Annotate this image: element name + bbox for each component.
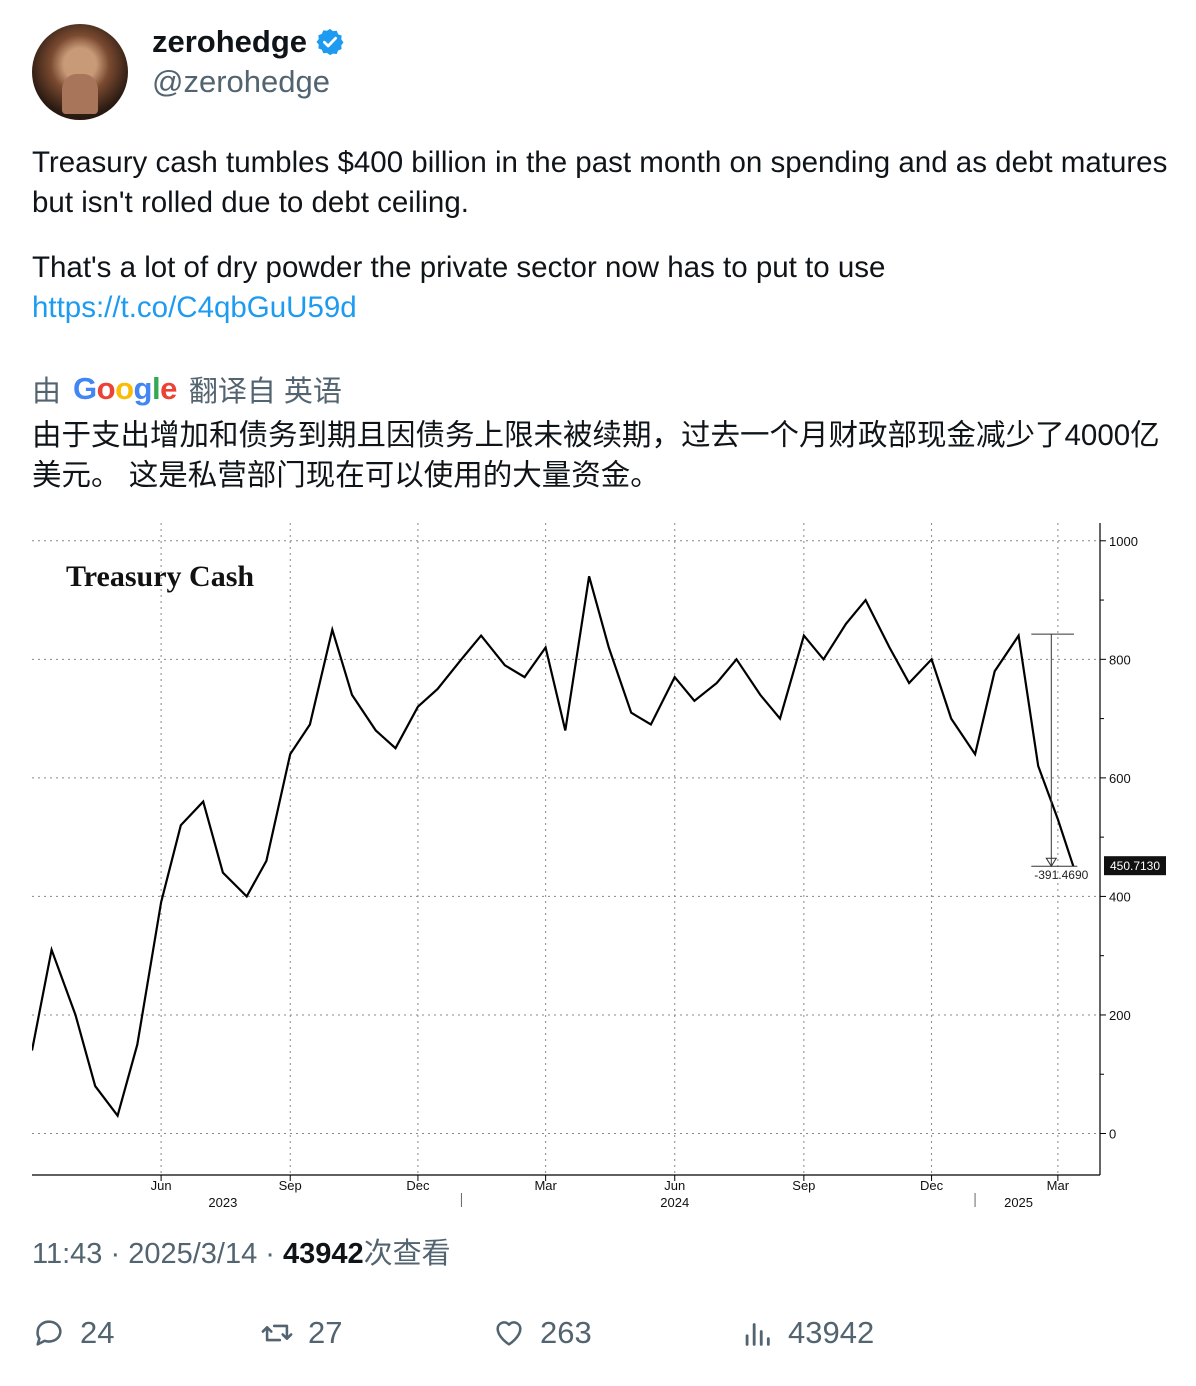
change-label: -391.4690 (1034, 868, 1088, 882)
x-tick-label: Mar (1047, 1178, 1070, 1193)
retweet-count: 27 (308, 1315, 343, 1350)
heart-icon (496, 1321, 522, 1346)
chart-image[interactable]: 0 200 400 600 800 1000 Jun Sep Dec Mar Jun Sep Dec Ma… (30, 515, 1172, 1215)
tweet-paragraph-2: That's a lot of dry powder the private s… (32, 251, 886, 284)
x-tick-label: Mar (534, 1178, 557, 1193)
tweet-link[interactable]: https://t.co/C4qbGuU59d (32, 291, 357, 324)
handle[interactable]: @zerohedge (152, 64, 330, 100)
tweet-time[interactable]: 11:43 (32, 1238, 102, 1270)
tweet-meta: 11:43 · 2025/3/14 · 43942次查看 (32, 1238, 451, 1270)
tweet-text: Treasury cash tumbles $400 billion in th… (32, 143, 1172, 328)
retweet-button[interactable]: 27 (260, 1315, 342, 1351)
x-tick-label: Dec (920, 1178, 944, 1193)
x-tick-label: Dec (406, 1178, 430, 1193)
y-tick-label: 200 (1109, 1008, 1131, 1023)
y-tick-label: 600 (1109, 771, 1131, 786)
translation-text: 由于支出增加和债务到期且因债务上限未被续期，过去一个月财政部现金减少了4000亿… (32, 419, 1160, 492)
view-count: 43942 (283, 1238, 364, 1270)
verified-badge-icon (316, 28, 344, 56)
translated-by: 由 Google 翻译自 英语 (32, 368, 342, 410)
bar-chart-icon (745, 1323, 770, 1346)
x-tick-label: Sep (792, 1178, 815, 1193)
reply-count: 24 (80, 1315, 115, 1350)
treasury-cash-chart: 0 200 400 600 800 1000 Jun Sep Dec Mar Jun Sep Dec Ma… (30, 523, 1166, 1210)
y-tick-label: 0 (1109, 1127, 1116, 1142)
retweet-icon (261, 1324, 293, 1342)
y-tick-label: 1000 (1109, 534, 1138, 549)
views-count: 43942 (788, 1315, 875, 1350)
last-value-label: 450.7130 (1110, 859, 1160, 873)
tweet-date[interactable]: 2025/3/14 (128, 1238, 257, 1270)
view-label: 次查看 (363, 1238, 451, 1270)
x-year-label: 2025 (1004, 1195, 1033, 1210)
translated-by-suffix: 翻译自 英语 (188, 376, 342, 408)
tweet-paragraph-1: Treasury cash tumbles $400 billion in th… (32, 146, 1168, 219)
avatar[interactable] (32, 24, 128, 120)
x-tick-label: Jun (151, 1178, 172, 1193)
x-year-label: 2023 (208, 1195, 237, 1210)
reply-icon (36, 1320, 62, 1346)
like-button[interactable]: 263 (492, 1315, 592, 1351)
reply-button[interactable]: 24 (32, 1315, 114, 1351)
x-tick-label: Jun (664, 1178, 685, 1193)
x-year-label: 2024 (660, 1195, 689, 1210)
display-name-row[interactable]: zerohedge (152, 24, 345, 60)
views-button[interactable]: 43942 (740, 1315, 874, 1351)
translated-by-prefix: 由 (32, 376, 62, 408)
like-count: 263 (540, 1315, 592, 1350)
y-tick-label: 400 (1109, 889, 1131, 904)
y-tick-label: 800 (1109, 652, 1131, 667)
series-line (30, 576, 1075, 1119)
google-logo[interactable]: Google (73, 371, 177, 407)
action-bar: 24 27 263 43942 (32, 1315, 1172, 1365)
display-name[interactable]: zerohedge (152, 24, 307, 60)
chart-title: Treasury Cash (66, 560, 254, 593)
x-tick-label: Sep (279, 1178, 302, 1193)
